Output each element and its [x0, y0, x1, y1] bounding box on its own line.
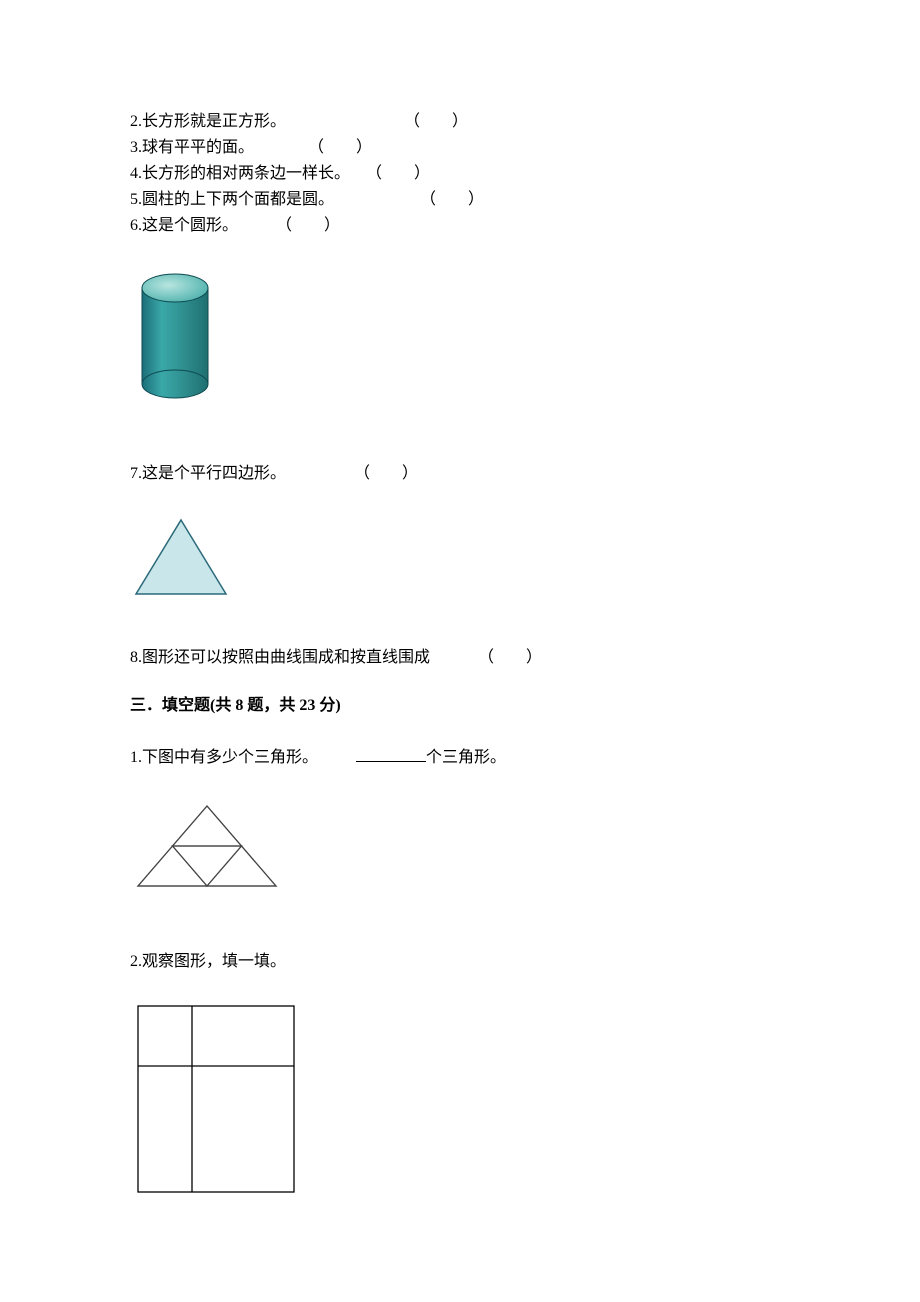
tf-item-6-paren[interactable]: （ ） — [276, 217, 340, 234]
fill-item-1-pre: 1.下图中有多少个三角形。 — [130, 749, 318, 766]
tf-item-5-paren[interactable]: （ ） — [420, 191, 484, 208]
tf-item-3: 3.球有平平的面。 （ ） — [130, 136, 790, 160]
tf-item-5: 5.圆柱的上下两个面都是圆。 （ ） — [130, 188, 790, 212]
section-3-heading: 三．填空题(共 8 题，共 23 分) — [130, 694, 790, 718]
tf-item-8-paren[interactable]: （ ） — [478, 649, 542, 666]
nested-triangles-figure — [132, 800, 790, 900]
tf-item-6-text: 6.这是个圆形。 — [130, 217, 238, 234]
tf-item-2-paren[interactable]: （ ） — [404, 113, 468, 130]
tf-item-6: 6.这是个圆形。 （ ） — [130, 214, 790, 238]
cylinder-figure — [136, 272, 790, 408]
tf-item-8: 8.图形还可以按照由曲线围成和按直线围成 （ ） — [130, 646, 790, 670]
tf-item-5-text: 5.圆柱的上下两个面都是圆。 — [130, 191, 334, 208]
tf-item-7: 7.这是个平行四边形。 （ ） — [130, 462, 790, 486]
tf-item-3-text: 3.球有平平的面。 — [130, 139, 254, 156]
tf-item-7-text: 7.这是个平行四边形。 — [130, 465, 286, 482]
tf-item-4-text: 4.长方形的相对两条边一样长。 — [130, 165, 350, 182]
cylinder-icon — [136, 272, 214, 400]
grid-icon — [136, 1004, 296, 1194]
tf-item-2: 2.长方形就是正方形。 （ ） — [130, 110, 790, 134]
tf-item-4: 4.长方形的相对两条边一样长。 （ ） — [130, 162, 790, 186]
triangle-figure — [132, 516, 790, 606]
nested-triangles-icon — [132, 800, 282, 892]
tf-item-2-text: 2.长方形就是正方形。 — [130, 113, 286, 130]
tf-item-7-paren[interactable]: （ ） — [354, 465, 418, 482]
fill-item-1-blank[interactable] — [356, 746, 426, 762]
triangle-icon — [132, 516, 230, 598]
fill-item-1: 1.下图中有多少个三角形。 个三角形。 — [130, 746, 790, 770]
tf-item-8-text: 8.图形还可以按照由曲线围成和按直线围成 — [130, 649, 430, 666]
fill-item-2: 2.观察图形，填一填。 — [130, 950, 790, 974]
tf-item-3-paren[interactable]: （ ） — [308, 139, 372, 156]
grid-figure — [136, 1004, 790, 1202]
tf-item-4-paren[interactable]: （ ） — [366, 165, 430, 182]
fill-item-1-post: 个三角形。 — [426, 749, 506, 766]
